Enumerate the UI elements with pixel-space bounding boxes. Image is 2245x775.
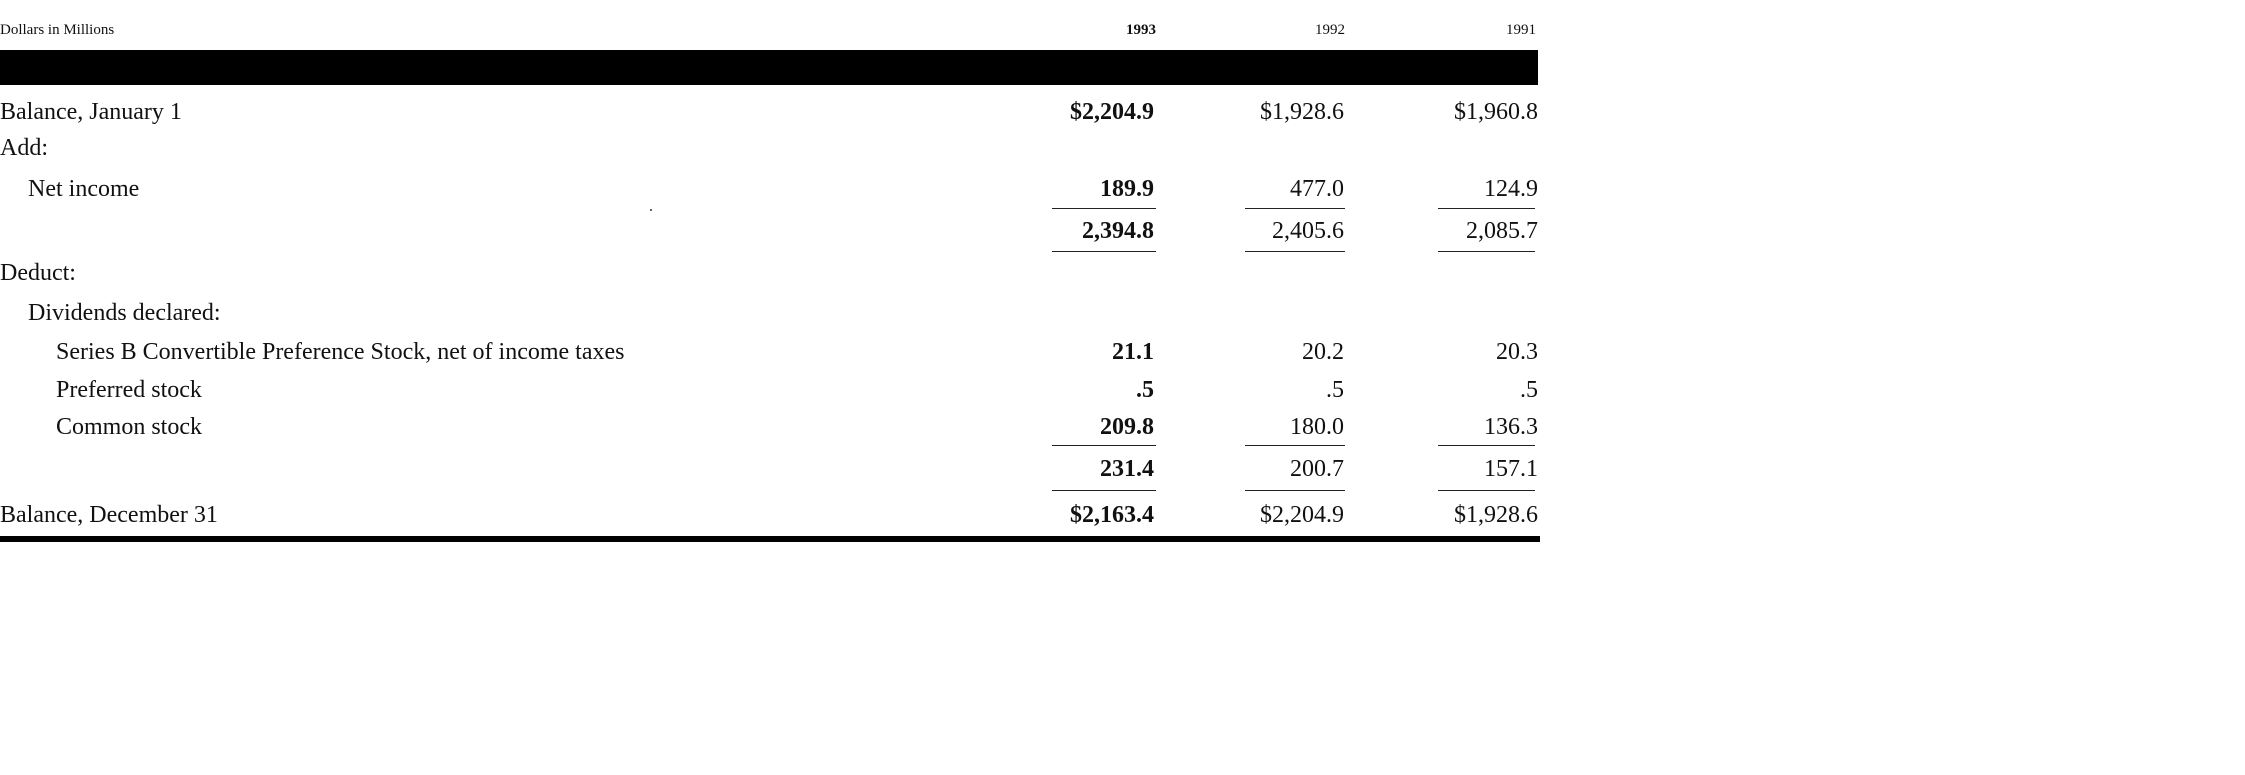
- scan-speck: [650, 209, 652, 211]
- value-1992: 180.0: [1290, 414, 1344, 440]
- subtotal-rule: [1245, 490, 1345, 491]
- bottom-rule: [0, 536, 1540, 542]
- subtotal-rule: [1438, 251, 1535, 252]
- financial-statement: Dollars in Millions 1993 1992 1991 Balan…: [0, 0, 1545, 544]
- value-1991: 20.3: [1496, 339, 1538, 365]
- table-row-subtotal: 231.4 200.7 157.1: [0, 453, 1538, 485]
- subtotal-rule: [1245, 251, 1345, 252]
- value-1992: .5: [1326, 377, 1344, 403]
- row-label: Net income: [28, 176, 140, 202]
- row-label: Deduct:: [0, 260, 76, 286]
- value-1993: 2,394.8: [1082, 218, 1154, 244]
- table-row: Balance, January 1 $2,204.9 $1,928.6 $1,…: [0, 96, 1538, 128]
- header-divider-bar: [0, 50, 1538, 85]
- value-1991: 2,085.7: [1466, 218, 1538, 244]
- subtotal-rule: [1245, 208, 1345, 209]
- value-1991: 157.1: [1484, 456, 1538, 482]
- subtotal-rule: [1438, 208, 1535, 209]
- value-1993: 21.1: [1112, 339, 1154, 365]
- value-1993: 189.9: [1100, 176, 1154, 202]
- subtotal-rule: [1052, 208, 1156, 209]
- subtotal-rule: [1052, 490, 1156, 491]
- year-header-1993: 1993: [1126, 22, 1156, 38]
- row-label: Balance, December 31: [0, 502, 218, 528]
- table-row: Deduct:: [0, 257, 1538, 289]
- table-row-subtotal: 2,394.8 2,405.6 2,085.7: [0, 215, 1538, 247]
- subtotal-rule: [1438, 445, 1535, 446]
- row-label: Add:: [0, 135, 48, 161]
- value-1991: $1,960.8: [1454, 99, 1538, 125]
- table-row: Series B Convertible Preference Stock, n…: [0, 336, 1538, 368]
- value-1993: .5: [1136, 377, 1154, 403]
- table-row: Add:: [0, 132, 1538, 164]
- value-1991: 124.9: [1484, 176, 1538, 202]
- value-1993: $2,163.4: [1070, 502, 1154, 528]
- subtotal-rule: [1245, 445, 1345, 446]
- value-1992: 2,405.6: [1272, 218, 1344, 244]
- year-header-1992: 1992: [1315, 22, 1345, 38]
- value-1991: .5: [1520, 377, 1538, 403]
- subtotal-rule: [1438, 490, 1535, 491]
- value-1991: $1,928.6: [1454, 502, 1538, 528]
- table-row: Preferred stock .5 .5 .5: [0, 374, 1538, 406]
- value-1992: $1,928.6: [1260, 99, 1344, 125]
- value-1992: 20.2: [1302, 339, 1344, 365]
- row-label: Balance, January 1: [0, 99, 182, 125]
- subtotal-rule: [1052, 251, 1156, 252]
- value-1991: 136.3: [1484, 414, 1538, 440]
- table-row: Net income 189.9 477.0 124.9: [0, 173, 1538, 205]
- subtotal-rule: [1052, 445, 1156, 446]
- row-label: Preferred stock: [56, 377, 202, 403]
- value-1993: 209.8: [1100, 414, 1154, 440]
- table-row: Balance, December 31 $2,163.4 $2,204.9 $…: [0, 499, 1538, 531]
- table-row: Common stock 209.8 180.0 136.3: [0, 411, 1538, 443]
- row-label: Common stock: [56, 414, 203, 440]
- row-label: Dividends declared:: [28, 300, 221, 326]
- value-1992: 477.0: [1290, 176, 1344, 202]
- value-1993: 231.4: [1100, 456, 1154, 482]
- table-row: Dividends declared:: [0, 297, 1538, 329]
- value-1992: $2,204.9: [1260, 502, 1344, 528]
- year-header-1991: 1991: [1506, 22, 1536, 38]
- value-1992: 200.7: [1290, 456, 1344, 482]
- units-label: Dollars in Millions: [0, 22, 115, 38]
- value-1993: $2,204.9: [1070, 99, 1154, 125]
- row-label: Series B Convertible Preference Stock, n…: [56, 339, 625, 365]
